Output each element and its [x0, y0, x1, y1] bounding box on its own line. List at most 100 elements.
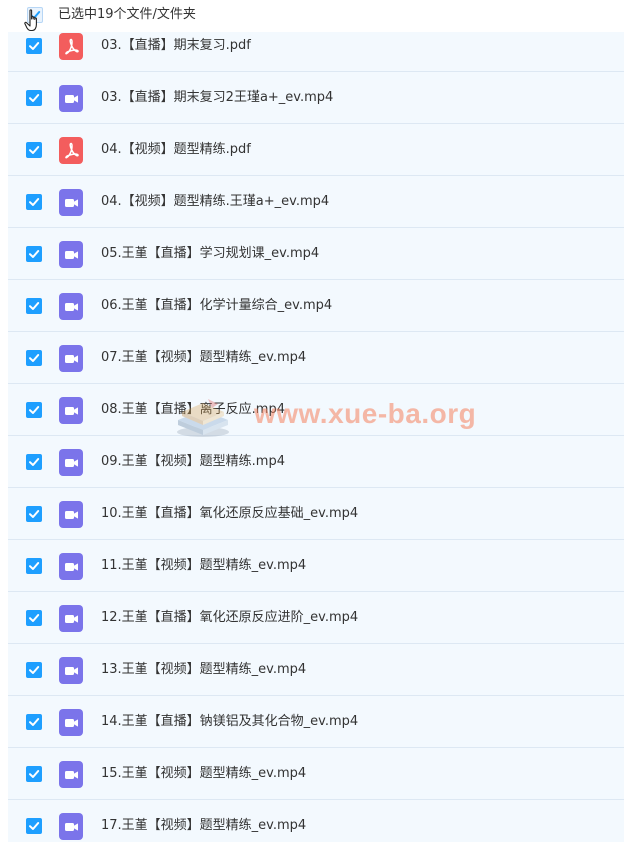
camera-glyph — [65, 250, 78, 259]
camera-glyph — [65, 302, 78, 311]
hand-pointer-cursor-icon — [24, 9, 37, 32]
file-name[interactable]: 03.【直播】期末复习2王瑾a+_ev.mp4 — [101, 89, 333, 107]
check-icon — [29, 665, 40, 674]
camera-glyph — [65, 458, 78, 467]
file-browser-page: 03.【直播】期末复习.pdf 03.【直播】期末复习2王瑾a+_ev.mp4 04… — [0, 0, 624, 842]
file-row[interactable]: 05.王堇【直播】学习规划课_ev.mp4 — [8, 228, 624, 280]
camera-glyph — [65, 94, 78, 103]
file-checkbox[interactable] — [26, 713, 42, 730]
file-row[interactable]: 06.王堇【直播】化学计量综合_ev.mp4 — [8, 280, 624, 332]
camera-glyph — [65, 562, 78, 571]
camera-glyph — [65, 510, 78, 519]
pdf-file-icon — [59, 32, 83, 60]
check-icon — [29, 717, 40, 726]
file-name[interactable]: 07.王堇【视频】题型精练_ev.mp4 — [101, 349, 306, 367]
video-file-icon — [59, 812, 83, 840]
acrobat-glyph — [65, 142, 79, 158]
file-checkbox[interactable] — [26, 89, 42, 106]
check-icon — [29, 249, 40, 258]
video-file-icon — [59, 188, 83, 216]
acrobat-glyph — [65, 38, 79, 54]
file-name[interactable]: 05.王堇【直播】学习规划课_ev.mp4 — [101, 245, 319, 263]
file-row[interactable]: 14.王堇【直播】钠镁铝及其化合物_ev.mp4 — [8, 696, 624, 748]
file-name[interactable]: 13.王堇【视频】题型精练_ev.mp4 — [101, 661, 306, 679]
video-file-icon — [59, 708, 83, 736]
check-icon — [29, 197, 40, 206]
video-file-icon — [59, 396, 83, 424]
file-name[interactable]: 11.王堇【视频】题型精练_ev.mp4 — [101, 557, 306, 575]
video-file-icon — [59, 500, 83, 528]
file-name[interactable]: 04.【视频】题型精练.王瑾a+_ev.mp4 — [101, 193, 329, 211]
check-icon — [29, 457, 40, 466]
file-checkbox[interactable] — [26, 245, 42, 262]
camera-glyph — [65, 198, 78, 207]
file-name[interactable]: 04.【视频】题型精练.pdf — [101, 141, 251, 159]
file-row[interactable]: 12.王堇【直播】氧化还原反应进阶_ev.mp4 — [8, 592, 624, 644]
file-checkbox[interactable] — [26, 557, 42, 574]
file-row[interactable]: 09.王堇【视频】题型精练.mp4 — [8, 436, 624, 488]
check-icon — [29, 353, 40, 362]
video-file-icon — [59, 760, 83, 788]
file-checkbox[interactable] — [26, 193, 42, 210]
camera-glyph — [65, 666, 78, 675]
video-file-icon — [59, 656, 83, 684]
file-row[interactable]: 11.王堇【视频】题型精练_ev.mp4 — [8, 540, 624, 592]
video-file-icon — [59, 240, 83, 268]
check-icon — [29, 509, 40, 518]
check-icon — [29, 405, 40, 414]
file-name[interactable]: 09.王堇【视频】题型精练.mp4 — [101, 453, 285, 471]
video-file-icon — [59, 552, 83, 580]
file-name[interactable]: 15.王堇【视频】题型精练_ev.mp4 — [101, 765, 306, 783]
check-icon — [29, 301, 40, 310]
file-checkbox[interactable] — [26, 609, 42, 626]
video-file-icon — [59, 604, 83, 632]
video-file-icon — [59, 344, 83, 372]
file-name[interactable]: 17.王堇【视频】题型精练_ev.mp4 — [101, 817, 306, 835]
file-checkbox[interactable] — [26, 297, 42, 314]
camera-glyph — [65, 354, 78, 363]
camera-glyph — [65, 718, 78, 727]
file-checkbox[interactable] — [26, 765, 42, 782]
file-checkbox[interactable] — [26, 349, 42, 366]
file-name[interactable]: 14.王堇【直播】钠镁铝及其化合物_ev.mp4 — [101, 713, 358, 731]
file-checkbox[interactable] — [26, 401, 42, 418]
check-icon — [29, 769, 40, 778]
file-row[interactable]: 10.王堇【直播】氧化还原反应基础_ev.mp4 — [8, 488, 624, 540]
file-row[interactable]: 04.【视频】题型精练.pdf — [8, 124, 624, 176]
file-name[interactable]: 12.王堇【直播】氧化还原反应进阶_ev.mp4 — [101, 609, 358, 627]
file-row[interactable]: 07.王堇【视频】题型精练_ev.mp4 — [8, 332, 624, 384]
file-checkbox[interactable] — [26, 37, 42, 54]
check-icon — [29, 41, 40, 50]
video-file-icon — [59, 448, 83, 476]
video-file-icon — [59, 292, 83, 320]
pdf-file-icon — [59, 136, 83, 164]
video-file-icon — [59, 84, 83, 112]
check-icon — [29, 613, 40, 622]
file-row[interactable]: 13.王堇【视频】题型精练_ev.mp4 — [8, 644, 624, 696]
camera-glyph — [65, 770, 78, 779]
file-name[interactable]: 03.【直播】期末复习.pdf — [101, 37, 251, 55]
camera-glyph — [65, 406, 78, 415]
selection-count-text: 已选中19个文件/文件夹 — [58, 7, 196, 22]
file-list: 03.【直播】期末复习.pdf 03.【直播】期末复习2王瑾a+_ev.mp4 04… — [8, 20, 624, 842]
selection-bar: 已选中19个文件/文件夹 — [8, 0, 624, 32]
file-checkbox[interactable] — [26, 141, 42, 158]
file-row[interactable]: 15.王堇【视频】题型精练_ev.mp4 — [8, 748, 624, 800]
file-name[interactable]: 08.王堇【直播】离子反应.mp4 — [101, 401, 285, 419]
file-row[interactable]: 03.【直播】期末复习2王瑾a+_ev.mp4 — [8, 72, 624, 124]
file-checkbox[interactable] — [26, 453, 42, 470]
file-row[interactable]: 08.王堇【直播】离子反应.mp4 — [8, 384, 624, 436]
camera-glyph — [65, 822, 78, 831]
check-icon — [29, 93, 40, 102]
file-checkbox[interactable] — [26, 661, 42, 678]
file-checkbox[interactable] — [26, 817, 42, 834]
check-icon — [29, 821, 40, 830]
file-name[interactable]: 06.王堇【直播】化学计量综合_ev.mp4 — [101, 297, 332, 315]
file-checkbox[interactable] — [26, 505, 42, 522]
file-name[interactable]: 10.王堇【直播】氧化还原反应基础_ev.mp4 — [101, 505, 358, 523]
file-row[interactable]: 04.【视频】题型精练.王瑾a+_ev.mp4 — [8, 176, 624, 228]
file-row[interactable]: 17.王堇【视频】题型精练_ev.mp4 — [8, 800, 624, 842]
check-icon — [29, 145, 40, 154]
camera-glyph — [65, 614, 78, 623]
check-icon — [29, 561, 40, 570]
